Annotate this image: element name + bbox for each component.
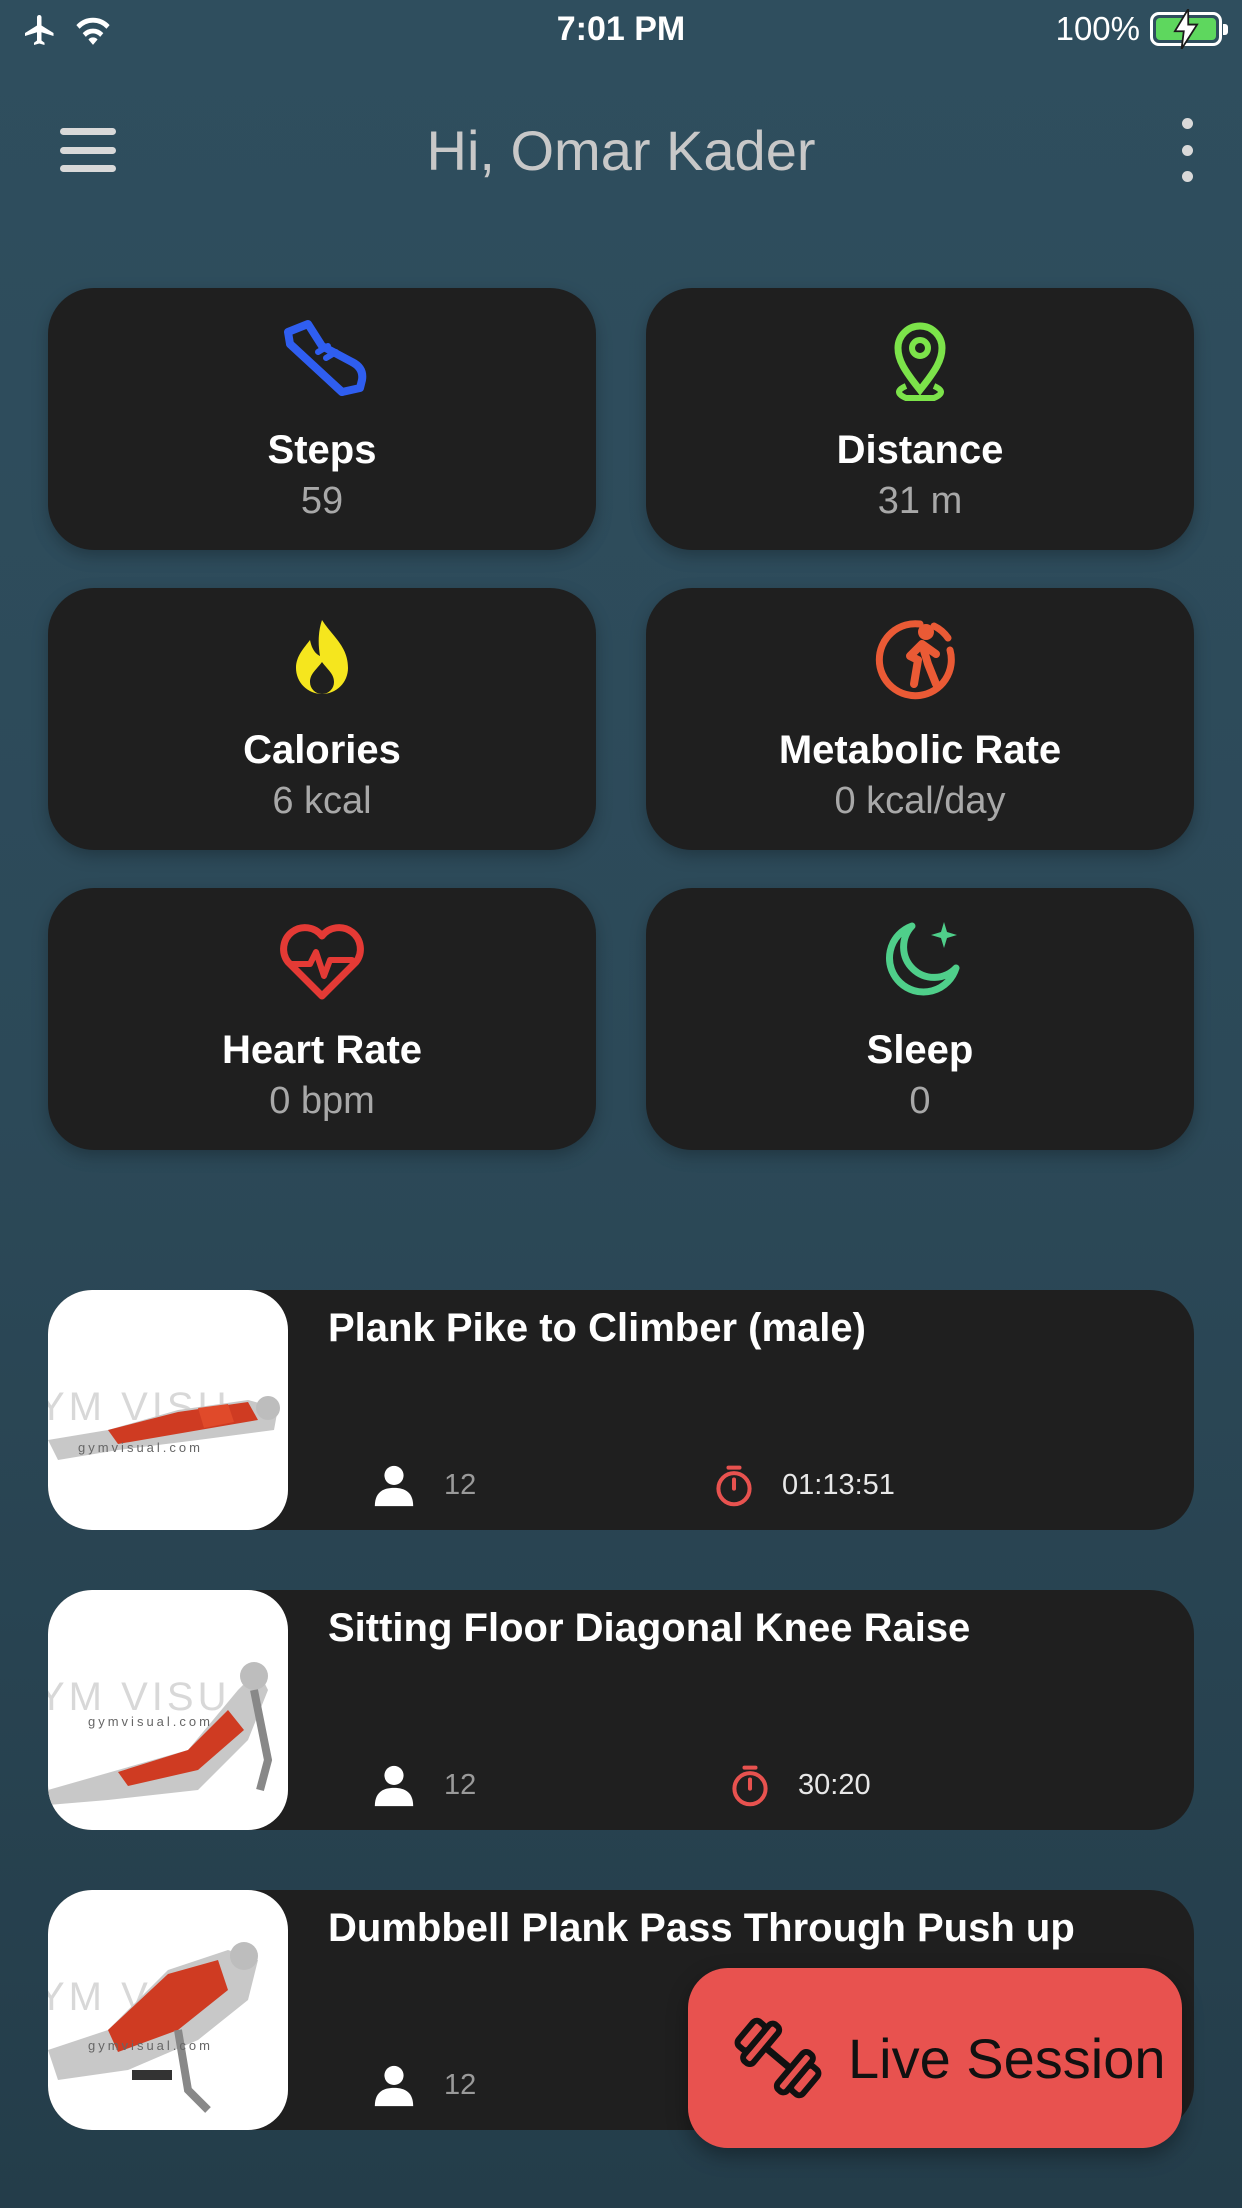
participant-count: 12 — [444, 1468, 477, 1501]
exercise-item[interactable]: YM VISU gymvisual.com Sitting Floor Diag… — [48, 1590, 1194, 1830]
participants: 12 — [370, 1462, 476, 1508]
live-session-button[interactable]: Live Session — [688, 1968, 1182, 2148]
flame-icon — [48, 610, 596, 710]
stat-card-sleep[interactable]: Sleep 0 — [646, 888, 1194, 1150]
stat-label: Metabolic Rate — [778, 728, 1062, 772]
participants: 12 — [370, 1762, 476, 1808]
stat-card-calories[interactable]: Calories 6 kcal — [48, 588, 596, 850]
status-bar: 7:01 PM 100% — [0, 0, 1242, 60]
battery-percent: 100% — [1055, 10, 1140, 47]
svg-text:gymvisual.com: gymvisual.com — [78, 1440, 203, 1455]
stat-card-metabolic-rate[interactable]: Metabolic Rate 0 kcal/day — [646, 588, 1194, 850]
stat-value: 59 — [300, 480, 344, 522]
exercise-thumbnail: YM VISU gymvisual.com — [48, 1890, 288, 2130]
greeting-title: Hi, Omar Kader — [426, 119, 816, 182]
participant-count: 12 — [444, 1768, 477, 1801]
stat-value: 0 — [909, 1080, 931, 1122]
duration-value: 01:13:51 — [782, 1468, 895, 1501]
duration: 01:13:51 — [712, 1462, 895, 1508]
exercise-title: Dumbbell Plank Pass Through Push up — [328, 1906, 1075, 1950]
svg-text:YM VISU: YM VISU — [48, 1675, 230, 1719]
participant-count: 12 — [444, 2068, 477, 2101]
stat-label: Sleep — [866, 1028, 974, 1072]
svg-text:gymvisual.com: gymvisual.com — [88, 2038, 213, 2053]
exercise-title: Plank Pike to Climber (male) — [328, 1306, 866, 1350]
battery-charging-icon — [1150, 9, 1228, 49]
stat-value: 0 bpm — [269, 1080, 375, 1122]
exercise-thumbnail: YM VISU gymvisual.com — [48, 1290, 288, 1530]
stopwatch-icon — [716, 1465, 752, 1507]
exercise-item[interactable]: YM VISU gymvisual.com Plank Pike to Clim… — [48, 1290, 1194, 1530]
more-vertical-icon[interactable] — [1172, 118, 1202, 182]
heart-pulse-icon — [48, 910, 596, 1010]
person-icon — [374, 1465, 414, 1507]
live-session-label: Live Session — [848, 2026, 1166, 2090]
stat-value: 31 m — [877, 480, 963, 522]
person-icon — [374, 1765, 414, 1807]
stat-label: Calories — [243, 728, 401, 772]
moon-star-icon — [646, 910, 1194, 1010]
stat-card-distance[interactable]: Distance 31 m — [646, 288, 1194, 550]
stat-value: 6 kcal — [272, 780, 372, 822]
stat-card-steps[interactable]: Steps 59 — [48, 288, 596, 550]
dumbbell-icon — [734, 2017, 822, 2099]
stat-card-heart-rate[interactable]: Heart Rate 0 bpm — [48, 888, 596, 1150]
stat-label: Heart Rate — [221, 1028, 423, 1072]
app-header: Hi, Omar Kader — [0, 100, 1242, 200]
location-pin-icon — [646, 310, 1194, 410]
participants: 12 — [370, 2062, 476, 2108]
shoe-icon — [48, 310, 596, 410]
stat-value: 0 kcal/day — [834, 780, 1006, 822]
duration: 30:20 — [728, 1762, 871, 1808]
status-battery: 100% — [1055, 9, 1228, 49]
exercise-thumbnail: YM VISU gymvisual.com — [48, 1590, 288, 1830]
walking-person-icon — [646, 610, 1194, 710]
exercise-title: Sitting Floor Diagonal Knee Raise — [328, 1606, 971, 1650]
person-icon — [374, 2065, 414, 2107]
svg-text:gymvisual.com: gymvisual.com — [88, 1714, 213, 1729]
stat-label: Distance — [836, 428, 1004, 472]
duration-value: 30:20 — [798, 1768, 871, 1801]
stopwatch-icon — [732, 1765, 768, 1807]
stat-label: Steps — [267, 428, 377, 472]
